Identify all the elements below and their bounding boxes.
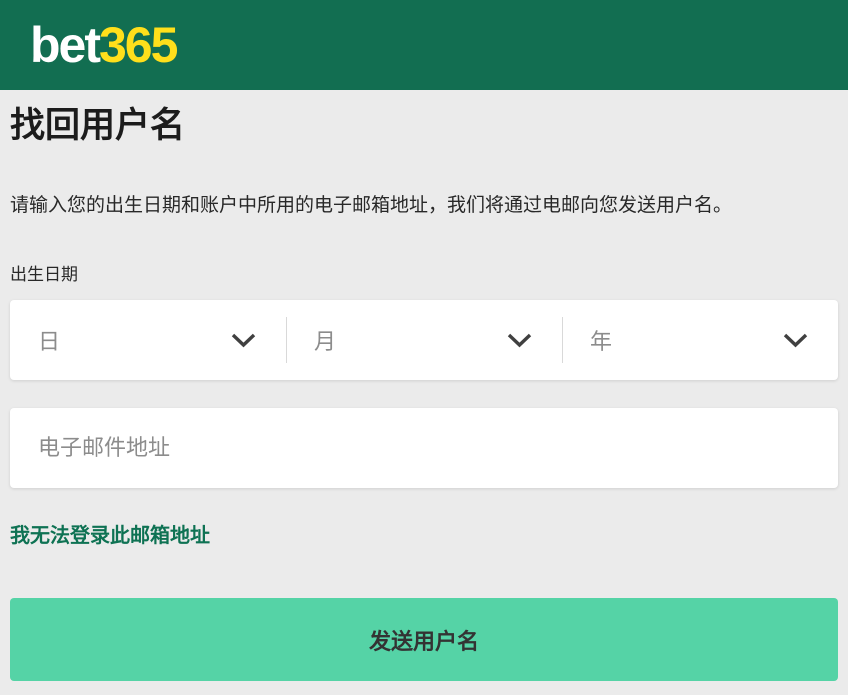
dob-select-row: 日 月 年 [10, 300, 838, 380]
dob-select-month[interactable]: 月 [286, 300, 562, 380]
chevron-down-icon [507, 333, 532, 348]
chevron-down-icon [783, 333, 808, 348]
dob-label: 出生日期 [10, 263, 838, 287]
dob-select-day[interactable]: 日 [10, 300, 286, 380]
dob-select-year[interactable]: 年 [562, 300, 838, 380]
send-username-button[interactable]: 发送用户名 [10, 598, 838, 681]
cant-access-email-link[interactable]: 我无法登录此邮箱地址 [10, 522, 210, 550]
email-input[interactable] [10, 408, 838, 488]
logo-text-bet: bet [30, 17, 99, 73]
instructions-text: 请输入您的出生日期和账户中所用的电子邮箱地址，我们将通过电邮向您发送用户名。 [10, 192, 838, 219]
bet365-logo[interactable]: bet365 [30, 20, 176, 70]
dob-day-placeholder: 日 [38, 324, 60, 356]
main-content: 找回用户名 请输入您的出生日期和账户中所用的电子邮箱地址，我们将通过电邮向您发送… [0, 104, 848, 681]
chevron-down-icon [231, 333, 256, 348]
dob-year-placeholder: 年 [590, 324, 612, 356]
dob-month-placeholder: 月 [314, 324, 336, 356]
logo-text-365: 365 [99, 17, 176, 73]
page-title: 找回用户名 [10, 104, 838, 148]
app-header: bet365 [0, 0, 848, 90]
